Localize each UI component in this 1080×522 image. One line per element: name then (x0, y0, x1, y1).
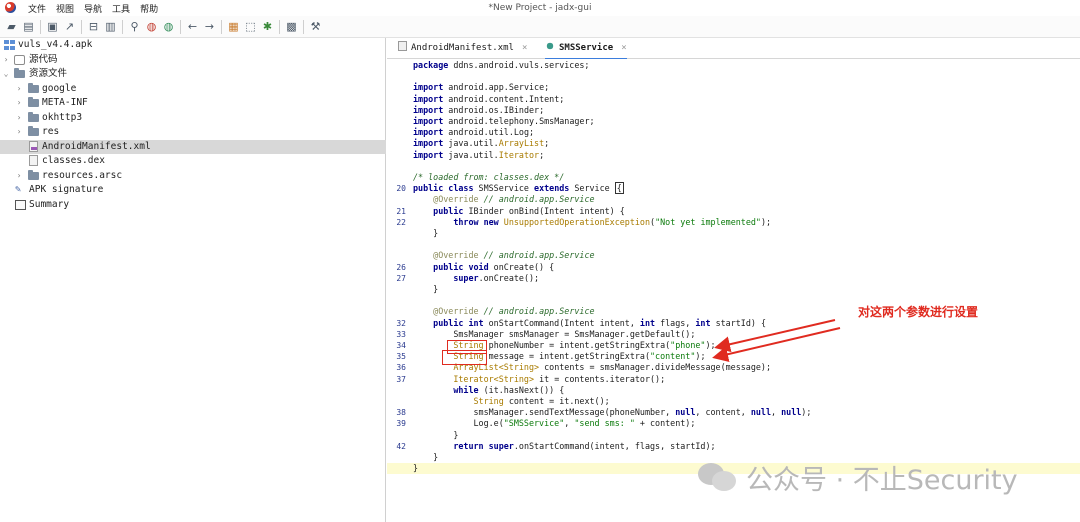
annotation-arrows (712, 319, 841, 363)
watermark: 公众号 · 不止Security (698, 460, 1018, 496)
annotation-text: 对这两个参数进行设置 (858, 305, 979, 319)
watermark-text: 公众号 · 不止Security (746, 464, 1018, 496)
wechat-icon (698, 461, 738, 493)
